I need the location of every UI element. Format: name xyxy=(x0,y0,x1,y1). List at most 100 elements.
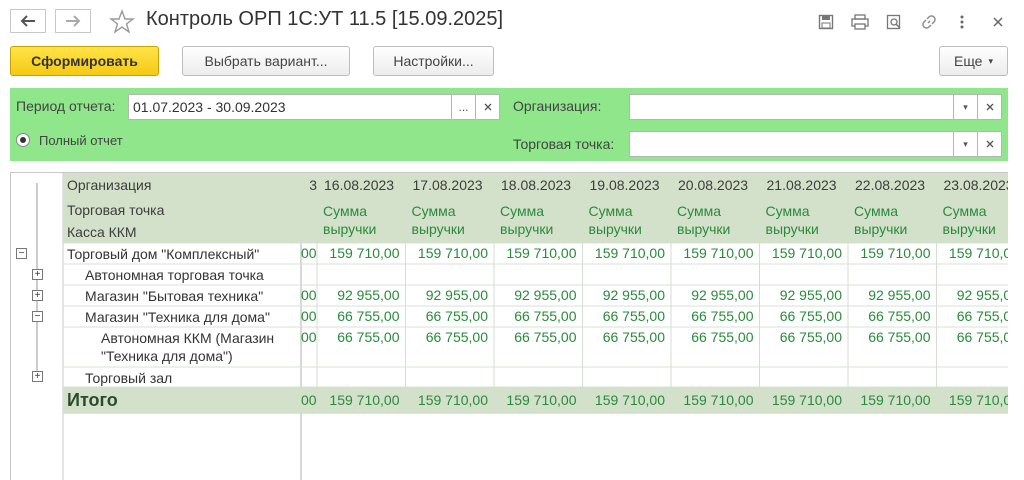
row-value: 159 710,00 xyxy=(417,245,488,261)
row-value: 92 955,00 xyxy=(779,287,842,303)
arrow-right-icon xyxy=(66,15,81,27)
row-value-partial xyxy=(301,367,317,387)
period-field[interactable]: 01.07.2023 - 30.09.2023 xyxy=(128,94,452,120)
collapse-icon[interactable]: − xyxy=(32,311,43,322)
row-value-partial xyxy=(301,264,317,285)
row-value: 92 955,00 xyxy=(425,287,488,303)
organization-dropdown-button[interactable]: ▾ xyxy=(954,94,978,120)
total-value: 159 710,00 xyxy=(860,392,931,408)
row-value: 66 755,00 xyxy=(868,329,931,345)
measure-header: Сумма выручки xyxy=(405,199,494,243)
close-icon[interactable] xyxy=(987,11,1009,33)
total-value-partial: 00 xyxy=(301,392,317,408)
choose-variant-button[interactable]: Выбрать вариант... xyxy=(182,46,350,76)
expand-icon[interactable]: + xyxy=(32,290,43,301)
row-value xyxy=(494,264,583,285)
row-value xyxy=(937,264,1009,285)
date-header: 18.08.2023 xyxy=(494,173,583,199)
save-icon[interactable] xyxy=(815,11,837,33)
date-header: 22.08.2023 xyxy=(848,173,937,199)
row-value: 92 955,00 xyxy=(956,287,1008,303)
measure-header: Сумма выручки xyxy=(582,199,671,243)
row-value: 66 755,00 xyxy=(425,308,488,324)
measure-header: Сумма выручки xyxy=(317,199,406,243)
more-menu-label: Еще xyxy=(953,53,983,69)
row-value: 92 955,00 xyxy=(337,287,400,303)
preview-icon[interactable] xyxy=(883,11,905,33)
row-value xyxy=(317,264,406,285)
organization-field[interactable] xyxy=(629,94,954,120)
row-value: 92 955,00 xyxy=(602,287,665,303)
expand-icon[interactable]: + xyxy=(32,269,43,280)
row-label[interactable]: Торговый дом "Комплексный" xyxy=(63,243,301,264)
organization-clear-button[interactable] xyxy=(978,94,1002,120)
generate-button[interactable]: Сформировать xyxy=(10,46,159,76)
row-value: 159 710,00 xyxy=(329,245,400,261)
period-select-button[interactable]: ... xyxy=(452,94,476,120)
forward-button[interactable] xyxy=(55,9,91,33)
settings-button[interactable]: Настройки... xyxy=(373,46,494,76)
measure-header: Сумма выручки xyxy=(671,199,760,243)
row-value: 66 755,00 xyxy=(514,329,577,345)
period-clear-button[interactable] xyxy=(476,94,500,120)
date-header: 19.08.2023 xyxy=(582,173,671,199)
row-label[interactable]: Магазин "Бытовая техника" xyxy=(63,285,301,306)
row-value: 66 755,00 xyxy=(602,308,665,324)
row-value: 159 710,00 xyxy=(594,245,665,261)
favorite-star-icon[interactable] xyxy=(108,8,136,36)
full-report-radio[interactable] xyxy=(16,133,30,147)
print-icon[interactable] xyxy=(849,11,871,33)
row-value xyxy=(760,367,849,387)
row-value: 66 755,00 xyxy=(602,329,665,345)
header-label: Торговая точка xyxy=(63,199,301,221)
row-value: 66 755,00 xyxy=(956,308,1008,324)
collapse-icon[interactable]: − xyxy=(16,248,27,259)
total-value: 159 710,00 xyxy=(329,392,400,408)
row-value: 66 755,00 xyxy=(425,329,488,345)
row-value xyxy=(671,367,760,387)
row-value-partial: 00 xyxy=(301,308,317,324)
link-icon[interactable] xyxy=(918,11,940,33)
row-value-partial: 00 xyxy=(301,287,317,303)
row-value: 66 755,00 xyxy=(779,308,842,324)
measure-header: Сумма выручки xyxy=(494,199,583,243)
expand-icon[interactable]: + xyxy=(32,371,43,382)
row-value: 159 710,00 xyxy=(948,245,1008,261)
point-field[interactable] xyxy=(629,131,954,157)
row-value-partial: 00 xyxy=(301,329,317,345)
row-label[interactable]: Автономная торговая точка xyxy=(63,264,301,285)
point-dropdown-button[interactable]: ▾ xyxy=(954,131,978,157)
page-title: Контроль ОРП 1С:УТ 11.5 [15.09.2025] xyxy=(146,8,504,30)
row-label[interactable]: Магазин "Техника для дома" xyxy=(63,306,301,327)
row-value-partial: 00 xyxy=(301,245,317,261)
clear-icon xyxy=(986,140,993,148)
row-value xyxy=(406,264,495,285)
chevron-down-icon: ▾ xyxy=(963,138,968,149)
row-value xyxy=(760,264,849,285)
row-value: 66 755,00 xyxy=(337,308,400,324)
row-value xyxy=(583,367,672,387)
more-menu-button[interactable]: Еще ▾ xyxy=(939,46,1008,76)
back-button[interactable] xyxy=(10,9,46,33)
measure-header: Сумма выручки xyxy=(848,199,937,243)
row-value xyxy=(494,367,583,387)
date-header: 17.08.2023 xyxy=(405,173,494,199)
date-header: 21.08.2023 xyxy=(759,173,848,199)
more-icon[interactable] xyxy=(951,11,973,33)
row-label[interactable]: Торговый зал xyxy=(63,367,301,387)
row-value: 66 755,00 xyxy=(779,329,842,345)
organization-label: Организация: xyxy=(513,98,602,114)
point-clear-button[interactable] xyxy=(978,131,1002,157)
clear-icon xyxy=(484,103,491,111)
header-label: Организация xyxy=(63,173,301,199)
row-value: 159 710,00 xyxy=(771,245,842,261)
row-value: 66 755,00 xyxy=(691,308,754,324)
row-value: 66 755,00 xyxy=(337,329,400,345)
row-label[interactable]: Автономная ККМ (Магазин "Техника для дом… xyxy=(63,327,301,367)
date-header-partial: 3 xyxy=(301,173,317,199)
row-value: 159 710,00 xyxy=(683,245,754,261)
row-value: 159 710,00 xyxy=(860,245,931,261)
row-value xyxy=(406,367,495,387)
report-table[interactable]: Организация Торговая точка Касса ККМ 3 16.08… xyxy=(10,172,1008,480)
row-value: 66 755,00 xyxy=(956,329,1008,345)
